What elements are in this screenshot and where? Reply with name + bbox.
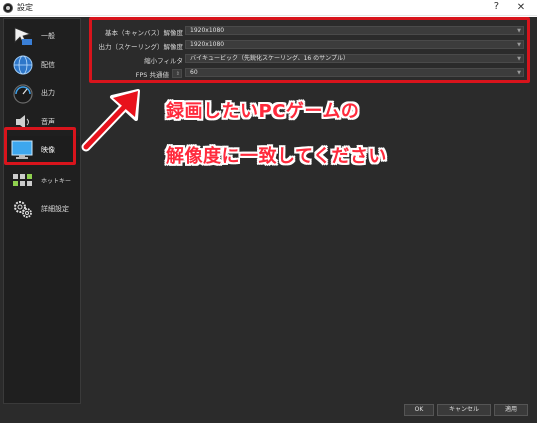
chevron-down-icon: ▼ <box>517 28 521 34</box>
fps-value: 60 <box>190 69 198 76</box>
sidebar-item-label: 一般 <box>41 32 55 40</box>
annotation-line-1: 録画したいPCゲームの <box>166 101 360 122</box>
chevron-down-icon: ▼ <box>517 56 521 62</box>
sidebar-item-stream[interactable]: 配信 <box>6 51 80 79</box>
window-title-bar: 設定 ? ✕ <box>0 0 537 16</box>
output-resolution-value: 1920x1080 <box>190 41 225 48</box>
help-button[interactable]: ? <box>494 1 499 12</box>
settings-sidebar: 一般 配信 出力 音声 映像 ホットキー 詳細設定 <box>3 18 81 404</box>
sidebar-item-label: 出力 <box>41 89 55 97</box>
sidebar-item-label: 配信 <box>41 61 55 69</box>
sidebar-item-label: 音声 <box>41 118 55 126</box>
chevron-down-icon: ▼ <box>517 42 521 48</box>
base-resolution-value: 1920x1080 <box>190 27 225 34</box>
output-resolution-label: 出力（スケーリング）解像度 <box>98 43 184 51</box>
apply-button[interactable]: 適用 <box>494 404 528 416</box>
close-button[interactable]: ✕ <box>505 0 537 16</box>
video-item-highlight-box <box>4 127 76 165</box>
fps-value-combobox[interactable]: 60 ▼ <box>185 68 524 77</box>
sidebar-item-general[interactable]: 一般 <box>6 22 80 50</box>
base-resolution-label: 基本（キャンバス）解像度 <box>105 29 183 37</box>
app-logo-icon <box>3 3 13 13</box>
sidebar-item-advanced[interactable]: 詳細設定 <box>6 195 80 223</box>
general-icon <box>14 27 32 46</box>
downscale-filter-label: 縮小フィルタ <box>144 57 183 65</box>
downscale-filter-value: バイキュービック（先鋭化スケーリング、16 のサンプル） <box>190 55 349 62</box>
red-pointer-arrow <box>81 89 140 152</box>
sidebar-item-hotkeys[interactable]: ホットキー <box>6 167 80 195</box>
chevron-down-icon: ▼ <box>517 70 521 76</box>
sidebar-item-label: ホットキー <box>41 178 72 185</box>
cancel-button[interactable]: キャンセル <box>437 404 491 416</box>
advanced-gears-icon <box>14 201 32 218</box>
sidebar-item-label: 詳細設定 <box>41 205 69 213</box>
window-title: 設定 <box>17 3 33 12</box>
ok-button[interactable]: OK <box>404 404 434 416</box>
fps-type-selector[interactable]: ⇕ <box>172 69 182 78</box>
chevron-updown-icon: ⇕ <box>175 71 180 77</box>
fps-label: FPS 共通値 <box>135 71 169 79</box>
output-gauge-icon <box>13 84 33 104</box>
downscale-filter-select[interactable]: バイキュービック（先鋭化スケーリング、16 のサンプル） ▼ <box>185 54 524 63</box>
annotation-line-2: 解像度に一致してください <box>166 146 387 167</box>
base-resolution-combobox[interactable]: 1920x1080 ▼ <box>185 26 524 35</box>
hotkeys-keyboard-icon <box>13 174 32 186</box>
sidebar-item-output[interactable]: 出力 <box>6 79 80 107</box>
stream-globe-icon <box>13 55 33 75</box>
output-resolution-combobox[interactable]: 1920x1080 ▼ <box>185 40 524 49</box>
